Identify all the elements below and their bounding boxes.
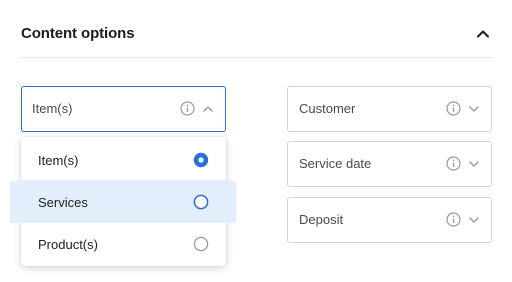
items-select[interactable]: Item(s) bbox=[21, 86, 226, 132]
radio-unselected-icon[interactable] bbox=[193, 194, 209, 210]
deposit-select-label: Deposit bbox=[299, 212, 344, 227]
customer-select-label: Customer bbox=[299, 101, 356, 116]
section-title: Content options bbox=[21, 25, 135, 42]
chevron-up-icon[interactable] bbox=[475, 26, 491, 42]
info-icon[interactable] bbox=[446, 156, 461, 171]
chevron-down-icon[interactable] bbox=[468, 214, 480, 226]
radio-unselected-icon[interactable] bbox=[193, 236, 209, 252]
chevron-down-icon[interactable] bbox=[468, 158, 480, 170]
option-services[interactable]: Services bbox=[10, 181, 236, 223]
option-label: Item(s) bbox=[38, 153, 79, 168]
chevron-up-icon[interactable] bbox=[202, 103, 214, 115]
content-options-header[interactable]: Content options bbox=[21, 0, 492, 58]
option-label: Services bbox=[38, 195, 88, 210]
option-products[interactable]: Product(s) bbox=[21, 223, 226, 265]
info-icon[interactable] bbox=[180, 101, 195, 116]
customer-select[interactable]: Customer bbox=[287, 86, 492, 132]
service-date-select-label: Service date bbox=[299, 156, 372, 171]
option-items[interactable]: Item(s) bbox=[21, 139, 226, 181]
service-date-select[interactable]: Service date bbox=[287, 141, 492, 187]
radio-selected-icon[interactable] bbox=[193, 152, 209, 168]
deposit-select[interactable]: Deposit bbox=[287, 197, 492, 243]
items-select-label: Item(s) bbox=[32, 100, 73, 116]
info-icon[interactable] bbox=[446, 212, 461, 227]
info-icon[interactable] bbox=[446, 101, 461, 116]
option-label: Product(s) bbox=[38, 237, 98, 252]
chevron-down-icon[interactable] bbox=[468, 103, 480, 115]
